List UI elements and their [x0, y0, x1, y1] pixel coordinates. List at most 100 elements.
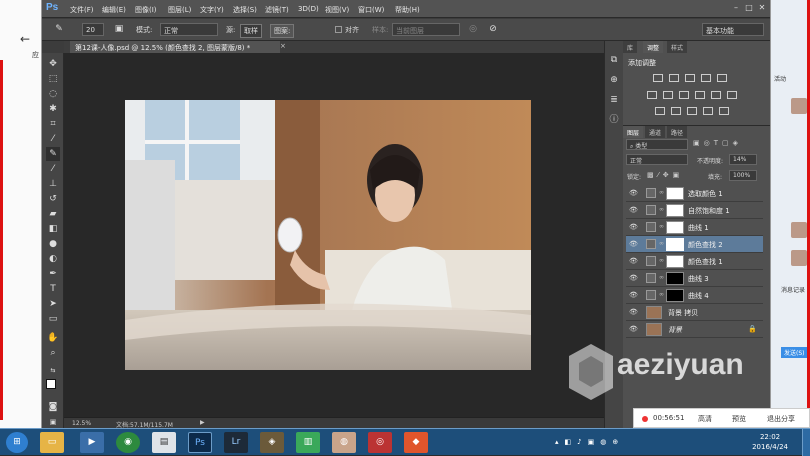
workspace-dropdown[interactable]: 基本功能: [702, 23, 764, 36]
layer-mask-thumb[interactable]: [666, 204, 684, 217]
mode-dropdown[interactable]: 正常: [160, 23, 218, 36]
clone-stamp-tool-icon[interactable]: ⊥: [46, 177, 60, 191]
align-checkbox[interactable]: [335, 26, 342, 33]
menu-layer[interactable]: 图层(L): [168, 5, 191, 15]
tab-channels[interactable]: 通道: [645, 126, 666, 138]
menu-window[interactable]: 窗口(W): [358, 5, 384, 15]
chrome-icon[interactable]: ◉: [116, 432, 140, 453]
dodge-tool-icon[interactable]: ◐: [46, 252, 60, 266]
source-sampled-radio[interactable]: 取样: [240, 24, 262, 38]
type-tool-icon[interactable]: T: [46, 282, 60, 296]
document-tab[interactable]: 第12课-人像.psd @ 12.5% (颜色查找 2, 图层蒙版/8) *: [70, 41, 280, 53]
menu-view[interactable]: 视图(V): [325, 5, 349, 15]
layer-mask-thumb[interactable]: [666, 255, 684, 268]
visibility-eye-icon[interactable]: 👁: [629, 274, 639, 282]
color-lookup-icon[interactable]: [727, 91, 737, 99]
source-pattern-radio[interactable]: 图案:: [270, 24, 295, 38]
menu-image[interactable]: 图像(I): [135, 5, 157, 15]
move-tool-icon[interactable]: ✥: [46, 57, 60, 71]
app-icon[interactable]: ◈: [260, 432, 284, 453]
lock-icons[interactable]: ▩⁄✥▣: [647, 171, 683, 179]
show-desktop-button[interactable]: [802, 429, 810, 456]
tab-paths[interactable]: 路径: [667, 126, 688, 138]
app-icon[interactable]: ◎: [368, 432, 392, 453]
brush-size-picker[interactable]: 20: [82, 23, 104, 36]
document-image[interactable]: [125, 100, 531, 370]
eraser-tool-icon[interactable]: ▰: [46, 207, 60, 221]
menu-3d[interactable]: 3D(D): [298, 5, 319, 13]
menu-file[interactable]: 文件(F): [70, 5, 94, 15]
menu-edit[interactable]: 编辑(E): [102, 5, 126, 15]
rectangle-tool-icon[interactable]: ▭: [46, 312, 60, 326]
menu-help[interactable]: 帮助(H): [395, 5, 420, 15]
photo-thumb-icon[interactable]: ◍: [332, 432, 356, 453]
photo-filter-icon[interactable]: [695, 91, 705, 99]
exit-share-button[interactable]: 退出分享: [767, 414, 795, 424]
fill-field[interactable]: 100%: [729, 170, 757, 181]
close-icon[interactable]: ✕: [756, 2, 768, 13]
tab-library[interactable]: 库: [623, 41, 638, 53]
gradient-tool-icon[interactable]: ◧: [46, 222, 60, 236]
layer-row[interactable]: 👁 ∞ 曲线 3: [626, 270, 763, 287]
zoom-level[interactable]: 12.5%: [72, 420, 91, 427]
screen-mode-icon[interactable]: ▣: [46, 415, 60, 429]
path-select-tool-icon[interactable]: ➤: [46, 297, 60, 311]
layer-row[interactable]: 👁 ∞ 曲线 1: [626, 219, 763, 236]
hand-tool-icon[interactable]: ✋: [46, 331, 60, 345]
posterize-icon[interactable]: [671, 107, 681, 115]
chat-history-link[interactable]: 消息记录: [781, 285, 805, 294]
media-player-icon[interactable]: ▶: [80, 432, 104, 453]
layer-filter-icons[interactable]: ▣◎T▢◈: [693, 139, 742, 147]
layer-mask-thumb[interactable]: [666, 272, 684, 285]
layer-mask-thumb[interactable]: [666, 238, 684, 251]
notepad-icon[interactable]: ▤: [152, 432, 176, 453]
maximize-icon[interactable]: □: [743, 2, 755, 13]
visibility-eye-icon[interactable]: 👁: [629, 240, 639, 248]
healing-brush-tool-icon[interactable]: ✎: [46, 147, 60, 161]
opacity-field[interactable]: 14%: [729, 154, 757, 165]
invert-icon[interactable]: [655, 107, 665, 115]
tab-close-icon[interactable]: ×: [280, 42, 286, 50]
brush-tool-icon[interactable]: ⁄: [46, 162, 60, 176]
visibility-eye-icon[interactable]: 👁: [629, 257, 639, 265]
tab-adjustments[interactable]: 调整: [643, 41, 664, 53]
layer-row[interactable]: 👁 ∞ 颜色查找 1: [626, 253, 763, 270]
back-arrow-icon[interactable]: ←: [20, 32, 30, 46]
layer-filter-dropdown[interactable]: ⌕ 类型: [626, 139, 688, 150]
history-panel-icon[interactable]: ⧉: [607, 53, 621, 67]
history-brush-tool-icon[interactable]: ↺: [46, 192, 60, 206]
clone-stamp-tool-icon[interactable]: ✎: [52, 22, 66, 36]
swap-colors-icon[interactable]: ⇆: [46, 364, 60, 378]
layer-row[interactable]: 👁 背景 🔒: [626, 321, 763, 338]
channel-mixer-icon[interactable]: [711, 91, 721, 99]
lightroom-taskbar-icon[interactable]: Lr: [224, 432, 248, 453]
hd-button[interactable]: 高清: [698, 414, 712, 424]
sample-dropdown[interactable]: 当前图层: [392, 23, 460, 36]
pen-tool-icon[interactable]: ✒: [46, 267, 60, 281]
brightness-icon[interactable]: [653, 74, 663, 82]
gradient-map-icon[interactable]: [703, 107, 713, 115]
pressure-icon[interactable]: ⊘: [486, 22, 500, 36]
status-menu-icon[interactable]: ▶: [200, 419, 205, 426]
layer-row[interactable]: 👁 ∞ 自然饱和度 1: [626, 202, 763, 219]
levels-icon[interactable]: [669, 74, 679, 82]
curves-icon[interactable]: [685, 74, 695, 82]
actions-panel-icon[interactable]: ⊕: [607, 73, 621, 87]
blend-mode-dropdown[interactable]: 正常: [626, 154, 688, 165]
exposure-icon[interactable]: [701, 74, 711, 82]
layer-mask-thumb[interactable]: [666, 187, 684, 200]
visibility-eye-icon[interactable]: 👁: [629, 291, 639, 299]
blur-tool-icon[interactable]: ●: [46, 237, 60, 251]
visibility-eye-icon[interactable]: 👁: [629, 223, 639, 231]
tab-layers[interactable]: 图层: [623, 126, 644, 138]
layer-mask-thumb[interactable]: [666, 289, 684, 302]
visibility-eye-icon[interactable]: 👁: [629, 206, 639, 214]
visibility-eye-icon[interactable]: 👁: [629, 189, 639, 197]
start-button-icon[interactable]: ⊞: [6, 432, 28, 453]
color-balance-icon[interactable]: [663, 91, 673, 99]
menu-select[interactable]: 选择(S): [233, 5, 257, 15]
layer-row[interactable]: 👁 背景 拷贝: [626, 304, 763, 321]
properties-panel-icon[interactable]: ≣: [607, 93, 621, 107]
menu-type[interactable]: 文字(Y): [200, 5, 224, 15]
marquee-tool-icon[interactable]: ⬚: [46, 72, 60, 86]
